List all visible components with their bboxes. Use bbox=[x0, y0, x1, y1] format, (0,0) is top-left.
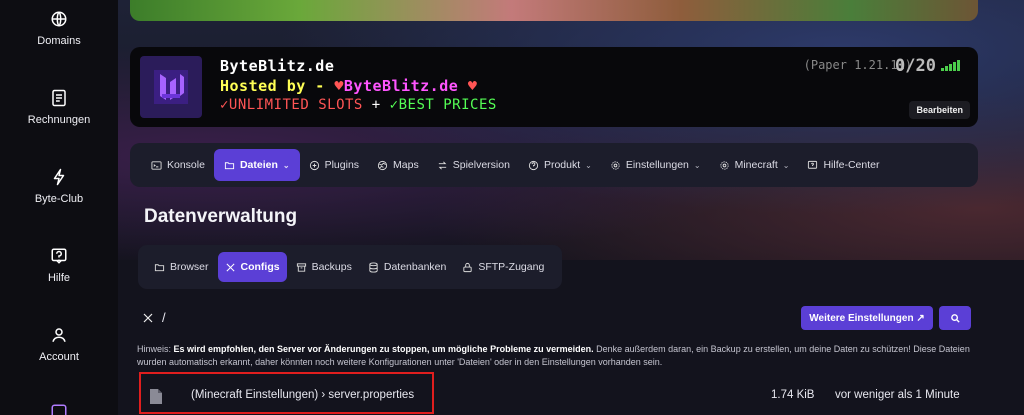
tab-datenbanken[interactable]: Datenbanken bbox=[361, 252, 453, 282]
database-icon bbox=[369, 261, 378, 273]
tab-sftp-zugang[interactable]: SFTP-Zugang bbox=[455, 252, 551, 282]
nav-item-konsole[interactable]: Konsole bbox=[142, 149, 214, 181]
more-settings-button[interactable]: Weitere Einstellungen ↗ bbox=[801, 306, 933, 330]
search-button[interactable] bbox=[939, 306, 971, 330]
sidebar-item-domains[interactable]: Domains bbox=[0, 9, 118, 47]
nav-label: Produkt bbox=[543, 159, 581, 171]
chevron-down-icon: ⌄ bbox=[585, 160, 592, 170]
nav-item-minecraft[interactable]: Minecraft ⌄ bbox=[710, 149, 799, 181]
product-icon bbox=[528, 160, 539, 170]
sidebar-item-label: Byte-Club bbox=[34, 193, 84, 205]
nav-label: Maps bbox=[393, 159, 419, 171]
sidebar-item-byte-club[interactable]: Byte-Club bbox=[0, 167, 118, 205]
nav-label: Minecraft bbox=[734, 159, 778, 171]
invoice-icon bbox=[49, 88, 69, 108]
nav-item-produkt[interactable]: Produkt ⌄ bbox=[519, 149, 601, 181]
nav-label: Einstellungen bbox=[625, 159, 689, 171]
breadcrumb: / bbox=[142, 310, 166, 325]
help-icon bbox=[808, 160, 818, 169]
tools-icon bbox=[225, 262, 235, 272]
nav-item-spielversion[interactable]: Spielversion bbox=[428, 149, 519, 181]
nav-item-maps[interactable]: Maps bbox=[368, 149, 428, 181]
nav-label: Dateien bbox=[239, 159, 278, 171]
server-logo bbox=[140, 56, 202, 118]
file-modified: vor weniger als 1 Minute bbox=[835, 389, 960, 401]
server-nav: Konsole Dateien ⌄ Plugins Maps Spielvers… bbox=[130, 143, 978, 187]
edit-button[interactable]: Bearbeiten bbox=[909, 101, 970, 119]
nav-label: Konsole bbox=[167, 159, 205, 171]
nav-item-dateien[interactable]: Dateien ⌄ bbox=[213, 149, 300, 181]
tab-label: Configs bbox=[240, 261, 280, 273]
tab-label: Backups bbox=[311, 261, 352, 273]
server-status-card: ByteBlitz.de Hosted by - ♥ByteBlitz.de ♥… bbox=[130, 47, 978, 127]
sidebar: Domains Rechnungen Byte-Club Hilfe Accou… bbox=[0, 0, 118, 415]
server-icon bbox=[49, 402, 69, 415]
sidebar-item-server[interactable] bbox=[0, 402, 118, 415]
swap-icon bbox=[438, 161, 447, 169]
user-icon bbox=[49, 325, 69, 345]
globe-icon bbox=[49, 9, 69, 29]
nav-item-einstellungen[interactable]: Einstellungen ⌄ bbox=[601, 149, 710, 181]
motd-line-1: ByteBlitz.de bbox=[220, 57, 335, 75]
sidebar-item-rechnungen[interactable]: Rechnungen bbox=[0, 88, 118, 126]
tab-label: Datenbanken bbox=[383, 261, 447, 273]
map-icon bbox=[377, 160, 388, 170]
page-title: Datenverwaltung bbox=[144, 206, 298, 227]
tab-label: SFTP-Zugang bbox=[478, 261, 545, 273]
tools-icon bbox=[143, 313, 153, 322]
console-icon bbox=[151, 160, 162, 170]
file-name[interactable]: (Minecraft Einstellungen) › server.prope… bbox=[191, 389, 414, 401]
gear-icon bbox=[611, 160, 620, 170]
search-icon bbox=[950, 313, 960, 323]
server-banner-image bbox=[130, 0, 978, 21]
file-icon bbox=[150, 389, 162, 404]
nav-item-plugins[interactable]: Plugins bbox=[300, 149, 368, 181]
tab-configs[interactable]: Configs bbox=[217, 252, 287, 282]
file-subtabs: Browser Configs Backups Datenbanken SFTP… bbox=[138, 245, 562, 289]
gear-icon bbox=[719, 160, 729, 170]
lightning-icon bbox=[49, 167, 69, 187]
tab-browser[interactable]: Browser bbox=[147, 252, 216, 282]
archive-icon bbox=[296, 262, 306, 272]
sidebar-item-label: Domains bbox=[37, 35, 81, 47]
hint-text: Hinweis: Es wird empfohlen, den Server v… bbox=[137, 344, 970, 367]
sidebar-item-label: Account bbox=[39, 351, 79, 363]
chevron-down-icon: ⌄ bbox=[693, 160, 701, 170]
server-motd: ByteBlitz.de Hosted by - ♥ByteBlitz.de ♥… bbox=[220, 57, 497, 113]
nav-label: Plugins bbox=[324, 159, 360, 171]
motd-line-2: Hosted by - ♥ByteBlitz.de ♥ bbox=[220, 77, 478, 95]
lock-icon bbox=[463, 262, 472, 272]
sidebar-item-label: Hilfe bbox=[47, 272, 70, 284]
plugin-icon bbox=[309, 160, 319, 170]
nav-item-hilfe-center[interactable]: Hilfe-Center bbox=[798, 149, 888, 181]
sidebar-item-hilfe[interactable]: Hilfe bbox=[0, 246, 118, 284]
breadcrumb-separator: / bbox=[162, 310, 166, 325]
tab-label: Browser bbox=[170, 261, 209, 273]
folder-icon bbox=[224, 161, 235, 169]
help-icon bbox=[49, 246, 69, 266]
chevron-down-icon: ⌄ bbox=[282, 160, 290, 170]
file-size: 1.74 KiB bbox=[771, 389, 815, 401]
folder-icon bbox=[154, 263, 165, 271]
sidebar-item-label: Rechnungen bbox=[27, 114, 91, 126]
sidebar-item-account[interactable]: Account bbox=[0, 325, 118, 363]
chevron-down-icon: ⌄ bbox=[782, 160, 790, 170]
signal-icon bbox=[941, 60, 960, 71]
nav-label: Spielversion bbox=[452, 159, 510, 171]
nav-label: Hilfe-Center bbox=[823, 159, 880, 171]
tab-backups[interactable]: Backups bbox=[289, 252, 359, 282]
motd-line-3: ✓UNLIMITED SLOTS + ✓BEST PRICES bbox=[220, 97, 497, 113]
player-count: 0/20 bbox=[895, 56, 936, 76]
